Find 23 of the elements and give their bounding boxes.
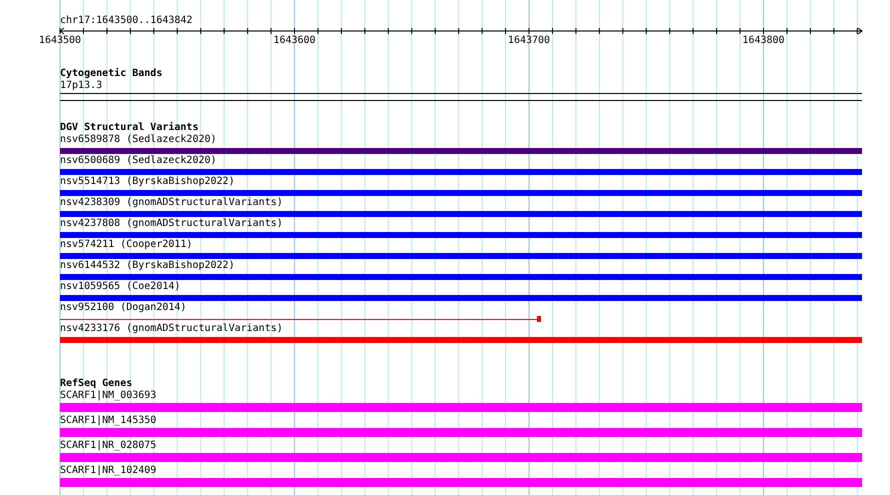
feature-label: SCARF1|NR_028075 [60, 440, 156, 452]
feature-label: nsv6500689 (Sedlazeck2020) [60, 155, 217, 167]
feature-label: nsv4233176 (gnomADStructuralVariants) [60, 323, 283, 335]
feature-label: nsv6589878 (Sedlazeck2020) [60, 134, 217, 146]
feature-label: nsv4237808 (gnomADStructuralVariants) [60, 218, 283, 230]
ruler-tick-label: 1643800 [742, 35, 785, 47]
ruler-tick-label: 1643500 [38, 35, 82, 47]
feature-label: nsv1059565 (Coe2014) [60, 281, 180, 293]
feature-label: SCARF1|NM_003693 [60, 390, 156, 402]
feature-label: nsv6144532 (ByrskaBishop2022) [60, 260, 235, 272]
ruler-tick-label: 1643600 [273, 35, 316, 47]
feature-label: SCARF1|NR_102409 [60, 465, 156, 477]
track-title: DGV Structural Variants [60, 122, 198, 134]
track-title: RefSeq Genes [60, 378, 132, 390]
track-title: Cytogenetic Bands [60, 68, 162, 80]
feature-label: nsv5514713 (ByrskaBishop2022) [60, 176, 235, 188]
ruler-tick-label: 1643700 [508, 35, 550, 47]
ruler-location: chr17:1643500..1643842 [60, 15, 192, 27]
feature-label: 17p13.3 [60, 80, 102, 92]
feature-label: nsv952100 (Dogan2014) [60, 302, 186, 314]
feature-label: nsv574211 (Cooper2011) [60, 239, 192, 251]
feature-label: SCARF1|NM_145350 [60, 415, 156, 427]
feature-label: nsv4238309 (gnomADStructuralVariants) [60, 197, 283, 209]
